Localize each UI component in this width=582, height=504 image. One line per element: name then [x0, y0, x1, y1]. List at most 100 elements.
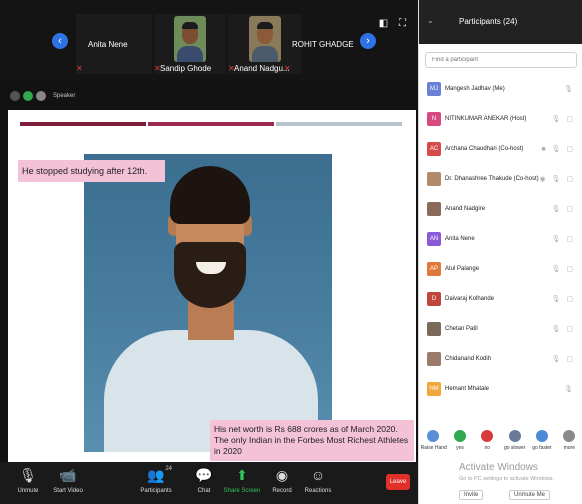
chevron-right-icon[interactable]: ›	[360, 33, 376, 49]
meeting-area: ‹ Anita Nene ✕ ✕ Sandip Ghode ✕ Anand Na…	[0, 0, 418, 504]
mic-muted-icon: ✕	[76, 64, 83, 73]
participant-row[interactable]: MJ Mangesh Jadhav (Me) 🎙	[419, 76, 582, 106]
participant-row[interactable]: Dr. Dhanashree Thakude (Co-host) ◉ 🎙 ▢	[419, 166, 582, 196]
shared-slide: He stopped studying after 12th. His net …	[8, 110, 416, 462]
participants-count: 24	[165, 466, 172, 472]
reaction-button[interactable]: go slower	[503, 430, 527, 464]
people-icon: 👥	[147, 467, 165, 483]
reactions-button[interactable]: ☺ Reactions	[294, 466, 342, 494]
participant-name: Daivaraj Kolhande	[445, 296, 495, 302]
avatar	[427, 172, 441, 186]
participant-name: Anita Nene	[445, 236, 475, 242]
reaction-button[interactable]: go faster	[530, 430, 554, 464]
avatar: AC	[427, 142, 441, 156]
participant-row[interactable]: Chetan Patil 🎙 ▢	[419, 316, 582, 346]
activate-windows-watermark: Activate Windows	[459, 462, 538, 473]
participant-row[interactable]: HM Hemant Mhatale 🎙	[419, 376, 582, 406]
participant-status-icons: ◉ 🎙 ▢	[539, 176, 575, 183]
participant-row[interactable]: D Daivaraj Kolhande 🎙 ▢	[419, 286, 582, 316]
participant-row[interactable]: AN Anita Nene 🎙 ▢	[419, 226, 582, 256]
tile-name: Anita Nene	[88, 40, 128, 49]
invite-button[interactable]: Invite	[459, 490, 484, 500]
video-tile-rohit-ghadge[interactable]: ROHIT GHADGE ✕	[284, 14, 358, 74]
participant-name: Chidanand Kodih	[445, 356, 492, 362]
avatar: MJ	[427, 82, 441, 96]
tile-name: Sandip Ghode	[160, 64, 212, 73]
unmute-me-button[interactable]: Unmute Me	[509, 490, 551, 500]
meeting-toolbar: 🎙 Unmute 📹 Start Video 👥 24 Participants…	[0, 462, 418, 504]
participant-video	[249, 16, 281, 62]
chevron-left-icon[interactable]: ‹	[52, 33, 68, 49]
speaker-icon	[36, 91, 46, 101]
slide-stripe	[20, 122, 146, 126]
participant-name: Hemant Mhatale	[445, 386, 490, 392]
leave-button[interactable]: Leave	[386, 474, 410, 490]
participant-status-icons: 🎙 ▢	[551, 116, 575, 123]
reaction-button[interactable]: no	[475, 430, 499, 464]
participants-button[interactable]: 👥 24 Participants	[132, 466, 180, 494]
slide-stripe	[148, 122, 274, 126]
avatar	[427, 322, 441, 336]
activate-windows-subtext: Go to PC settings to activate Windows.	[459, 476, 555, 482]
video-off-icon: 📹	[59, 467, 77, 483]
participant-row[interactable]: N NITINKUMAR ANEKAR (Host) 🎙 ▢	[419, 106, 582, 136]
reaction-icon	[508, 430, 521, 442]
share-indicator: Speaker	[10, 90, 75, 102]
panel-footer: Invite Unmute Me	[419, 488, 582, 504]
participant-name: Chetan Patil	[445, 326, 478, 332]
participant-row[interactable]: AC Archana Chaudhari (Co-host) ■ 🎙 ▢	[419, 136, 582, 166]
participant-search-input[interactable]	[425, 52, 577, 68]
participant-name: Atul Palange	[445, 266, 480, 272]
avatar: AN	[427, 232, 441, 246]
participant-video	[174, 16, 206, 62]
video-tile-sandip-ghode[interactable]: ✕ Sandip Ghode	[154, 14, 226, 74]
start-video-button[interactable]: 📹 Start Video	[44, 466, 92, 494]
participant-name: Anand Nadgire	[445, 206, 486, 212]
record-icon	[10, 91, 20, 101]
share-label: Speaker	[53, 93, 76, 99]
slide-caption-top: He stopped studying after 12th.	[18, 160, 166, 182]
participant-row[interactable]: AP Atul Palange 🎙 ▢	[419, 256, 582, 286]
chevron-down-icon[interactable]: ⌄	[427, 16, 434, 25]
video-tile-anita-nene[interactable]: Anita Nene ✕	[76, 14, 152, 74]
view-mode-icons[interactable]: ◧ ⛶	[379, 18, 410, 29]
reaction-label: no	[484, 445, 491, 451]
panel-header: ⌄ Participants (24)	[419, 0, 582, 44]
mic-muted-icon: ✕	[284, 64, 291, 73]
slide-caption-bottom: His net worth is Rs 688 crores as of Mar…	[210, 420, 414, 461]
reaction-icon	[426, 430, 439, 442]
nonverbal-feedback-bar: Raise Hand yes no go slower go faster more	[419, 430, 582, 464]
participant-name: Archana Chaudhari (Co-host)	[445, 146, 524, 152]
reaction-label: go slower	[503, 445, 526, 451]
reaction-label: more	[563, 445, 575, 451]
avatar	[427, 352, 441, 366]
participant-status-icons: 🎙	[564, 86, 575, 93]
reaction-button[interactable]: Raise Hand	[420, 430, 447, 464]
participant-name: Mangesh Jadhav (Me)	[445, 86, 505, 92]
tile-name: Anand Nadgu...	[234, 64, 290, 73]
participant-row[interactable]: Anand Nadgire 🎙 ▢	[419, 196, 582, 226]
participant-status-icons: 🎙 ▢	[551, 296, 575, 303]
participant-row[interactable]: Chidanand Kodih 🎙 ▢	[419, 346, 582, 376]
reaction-icon	[563, 430, 576, 442]
reaction-label: go faster	[532, 445, 552, 451]
participant-status-icons: 🎙 ▢	[551, 266, 575, 273]
reaction-button[interactable]: more	[557, 430, 581, 464]
video-strip: ‹ Anita Nene ✕ ✕ Sandip Ghode ✕ Anand Na…	[0, 0, 418, 80]
participant-status-icons: 🎙 ▢	[551, 236, 575, 243]
participant-name: Dr. Dhanashree Thakude (Co-host)	[445, 176, 539, 182]
reaction-icon	[481, 430, 494, 442]
reaction-label: Raise Hand	[420, 445, 447, 451]
reaction-icon	[453, 430, 466, 442]
avatar	[427, 202, 441, 216]
participant-status-icons: 🎙 ▢	[551, 356, 575, 363]
avatar: HM	[427, 382, 441, 396]
tile-name: ROHIT GHADGE	[292, 40, 354, 49]
participant-list: MJ Mangesh Jadhav (Me) 🎙 N NITINKUMAR ANEKAR…	[419, 76, 582, 406]
reaction-button[interactable]: yes	[448, 430, 472, 464]
avatar: D	[427, 292, 441, 306]
avatar: N	[427, 112, 441, 126]
panel-title: Participants (24)	[459, 17, 518, 26]
participant-status-icons: 🎙 ▢	[551, 206, 575, 213]
participant-status-icons: 🎙 ▢	[551, 326, 575, 333]
